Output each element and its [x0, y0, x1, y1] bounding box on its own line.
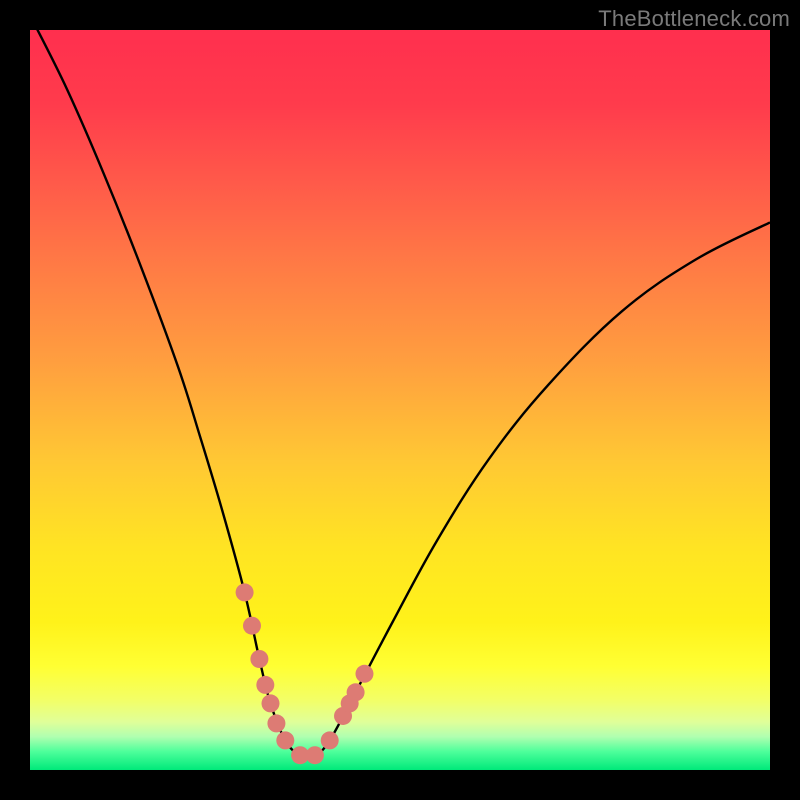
curve-marker — [262, 694, 280, 712]
curve-marker — [276, 731, 294, 749]
curve-marker — [236, 583, 254, 601]
curve-layer — [30, 30, 770, 770]
curve-marker — [267, 714, 285, 732]
curve-marker — [256, 676, 274, 694]
curve-marker — [321, 731, 339, 749]
curve-marker — [355, 665, 373, 683]
chart-container: TheBottleneck.com — [0, 0, 800, 800]
curve-marker — [250, 650, 268, 668]
curve-markers — [236, 583, 374, 764]
curve-marker — [347, 683, 365, 701]
plot-area — [30, 30, 770, 770]
watermark-text: TheBottleneck.com — [598, 6, 790, 32]
bottleneck-curve — [30, 30, 770, 757]
curve-marker — [243, 617, 261, 635]
curve-marker — [306, 746, 324, 764]
